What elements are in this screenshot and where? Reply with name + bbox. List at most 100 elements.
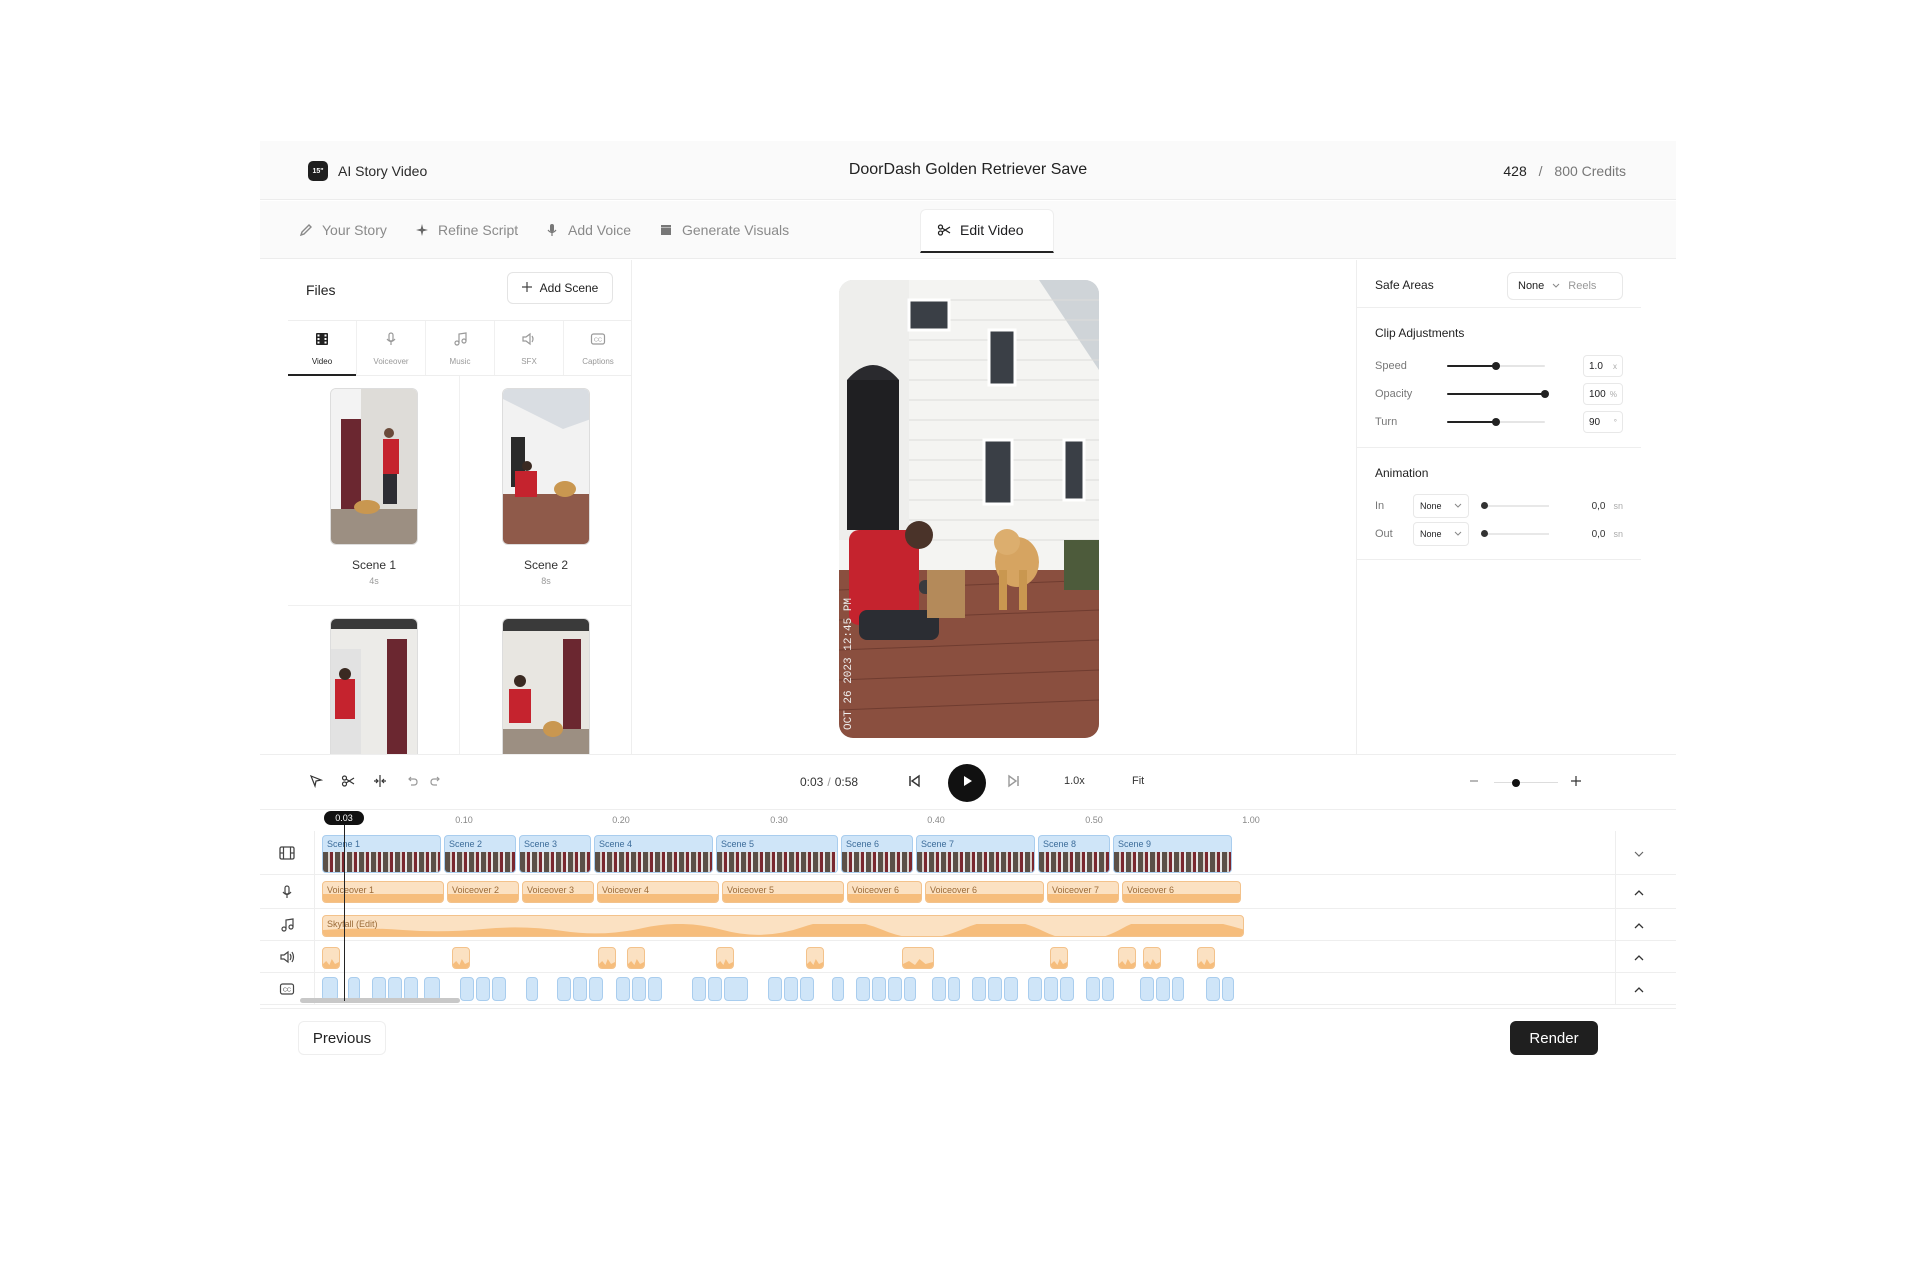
music-clip[interactable]: Skyfall (Edit) <box>322 915 1244 937</box>
scene-card[interactable] <box>288 606 460 754</box>
caption-block[interactable] <box>800 977 814 1001</box>
zoom-out-button[interactable] <box>1464 773 1484 793</box>
sfx-clip[interactable] <box>1197 947 1215 969</box>
play-button[interactable] <box>948 764 986 802</box>
sfx-clip[interactable] <box>806 947 824 969</box>
caption-block[interactable] <box>616 977 630 1001</box>
voiceover-clip[interactable]: Voiceover 7 <box>1047 881 1119 903</box>
sfx-clip[interactable] <box>598 947 616 969</box>
step-generate-visuals[interactable]: Generate Visuals <box>658 219 789 241</box>
video-clip[interactable]: Scene 7 <box>916 835 1035 873</box>
caption-block[interactable] <box>1028 977 1042 1001</box>
turn-input[interactable]: 90 ° <box>1583 411 1623 433</box>
caption-block[interactable] <box>872 977 886 1001</box>
video-clip[interactable]: Scene 1 <box>322 835 441 873</box>
tab-voiceover[interactable]: Voiceover <box>357 321 426 375</box>
trim-tool-button[interactable] <box>370 773 390 793</box>
sfx-clip[interactable] <box>627 947 645 969</box>
voiceover-clip[interactable]: Voiceover 2 <box>447 881 519 903</box>
timeline-scrollbar[interactable] <box>300 998 460 1003</box>
step-your-story[interactable]: Your Story <box>298 219 387 241</box>
sfx-clip[interactable] <box>1118 947 1136 969</box>
caption-block[interactable] <box>1044 977 1058 1001</box>
tab-sfx[interactable]: SFX <box>495 321 564 375</box>
sfx-track-area[interactable] <box>322 941 1616 972</box>
undo-button[interactable] <box>402 773 422 793</box>
select-tool-button[interactable] <box>306 773 326 793</box>
voiceover-clip[interactable]: Voiceover 4 <box>597 881 719 903</box>
collapse-video-track-button[interactable] <box>1632 846 1646 860</box>
caption-block[interactable] <box>573 977 587 1001</box>
caption-block[interactable] <box>1156 977 1170 1001</box>
caption-block[interactable] <box>948 977 960 1001</box>
caption-block[interactable] <box>460 977 474 1001</box>
voiceover-track-area[interactable]: Voiceover 1 Voiceover 2 Voiceover 3 Voiceov… <box>322 875 1616 908</box>
previous-button[interactable]: Previous <box>298 1021 386 1055</box>
caption-block[interactable] <box>1222 977 1234 1001</box>
voiceover-clip[interactable]: Voiceover 3 <box>522 881 594 903</box>
zoom-in-button[interactable] <box>1566 773 1586 793</box>
caption-block[interactable] <box>589 977 603 1001</box>
tab-captions[interactable]: CC Captions <box>564 321 631 375</box>
step-edit-video[interactable]: Edit Video <box>936 219 1024 241</box>
caption-block[interactable] <box>648 977 662 1001</box>
video-clip[interactable]: Scene 4 <box>594 835 713 873</box>
animation-out-select[interactable]: None <box>1413 522 1469 546</box>
voiceover-clip[interactable]: Voiceover 6 <box>925 881 1044 903</box>
scene-card[interactable] <box>460 606 631 754</box>
sfx-clip[interactable] <box>902 947 934 969</box>
redo-button[interactable] <box>426 773 446 793</box>
sfx-clip[interactable] <box>1050 947 1068 969</box>
opacity-slider[interactable] <box>1447 386 1549 402</box>
split-tool-button[interactable] <box>338 773 358 793</box>
skip-back-button[interactable] <box>904 773 924 793</box>
sfx-clip[interactable] <box>1143 947 1161 969</box>
caption-block[interactable] <box>768 977 782 1001</box>
playhead[interactable] <box>344 825 345 1001</box>
speed-slider[interactable] <box>1447 358 1545 374</box>
video-clip[interactable]: Scene 6 <box>841 835 913 873</box>
caption-block[interactable] <box>1086 977 1100 1001</box>
video-clip[interactable]: Scene 9 <box>1113 835 1232 873</box>
speed-input[interactable]: 1.0 x <box>1583 355 1623 377</box>
skip-forward-button[interactable] <box>1004 773 1024 793</box>
caption-block[interactable] <box>692 977 706 1001</box>
video-clip[interactable]: Scene 8 <box>1038 835 1110 873</box>
fit-button[interactable]: Fit <box>1132 775 1144 787</box>
sfx-clip[interactable] <box>452 947 470 969</box>
tab-music[interactable]: Music <box>426 321 495 375</box>
caption-block[interactable] <box>1004 977 1018 1001</box>
caption-block[interactable] <box>904 977 916 1001</box>
expand-sfx-track-button[interactable] <box>1632 950 1646 964</box>
video-preview[interactable]: OCT 26 2023 12:45 PM <box>839 280 1099 738</box>
step-refine-script[interactable]: Refine Script <box>414 219 518 241</box>
tab-video[interactable]: Video <box>288 321 357 376</box>
zoom-slider[interactable] <box>1494 779 1558 787</box>
caption-block[interactable] <box>988 977 1002 1001</box>
video-track-area[interactable]: Scene 1 Scene 2 Scene 3 Scene 4 Scene 5 Scene… <box>322 831 1616 874</box>
caption-block[interactable] <box>526 977 538 1001</box>
animation-in-slider[interactable] <box>1481 499 1549 513</box>
animation-in-select[interactable]: None <box>1413 494 1469 518</box>
render-button[interactable]: Render <box>1510 1021 1598 1055</box>
caption-block[interactable] <box>784 977 798 1001</box>
video-clip[interactable]: Scene 2 <box>444 835 516 873</box>
caption-block[interactable] <box>724 977 748 1001</box>
caption-block[interactable] <box>632 977 646 1001</box>
safe-areas-select[interactable]: None Reels <box>1507 272 1623 300</box>
scene-card[interactable]: Scene 2 8s <box>460 376 631 606</box>
expand-voiceover-track-button[interactable] <box>1632 885 1646 899</box>
caption-block[interactable] <box>708 977 722 1001</box>
turn-slider[interactable] <box>1447 414 1545 430</box>
caption-block[interactable] <box>1102 977 1114 1001</box>
scene-card[interactable]: Scene 1 4s <box>288 376 460 606</box>
animation-out-slider[interactable] <box>1481 527 1549 541</box>
caption-block[interactable] <box>856 977 870 1001</box>
playback-speed[interactable]: 1.0x <box>1064 775 1085 787</box>
add-scene-button[interactable]: Add Scene <box>507 272 613 304</box>
caption-block[interactable] <box>476 977 490 1001</box>
playhead-time-label[interactable]: 0.03 <box>324 811 364 825</box>
caption-block[interactable] <box>932 977 946 1001</box>
video-clip[interactable]: Scene 3 <box>519 835 591 873</box>
voiceover-clip[interactable]: Voiceover 6 <box>1122 881 1241 903</box>
